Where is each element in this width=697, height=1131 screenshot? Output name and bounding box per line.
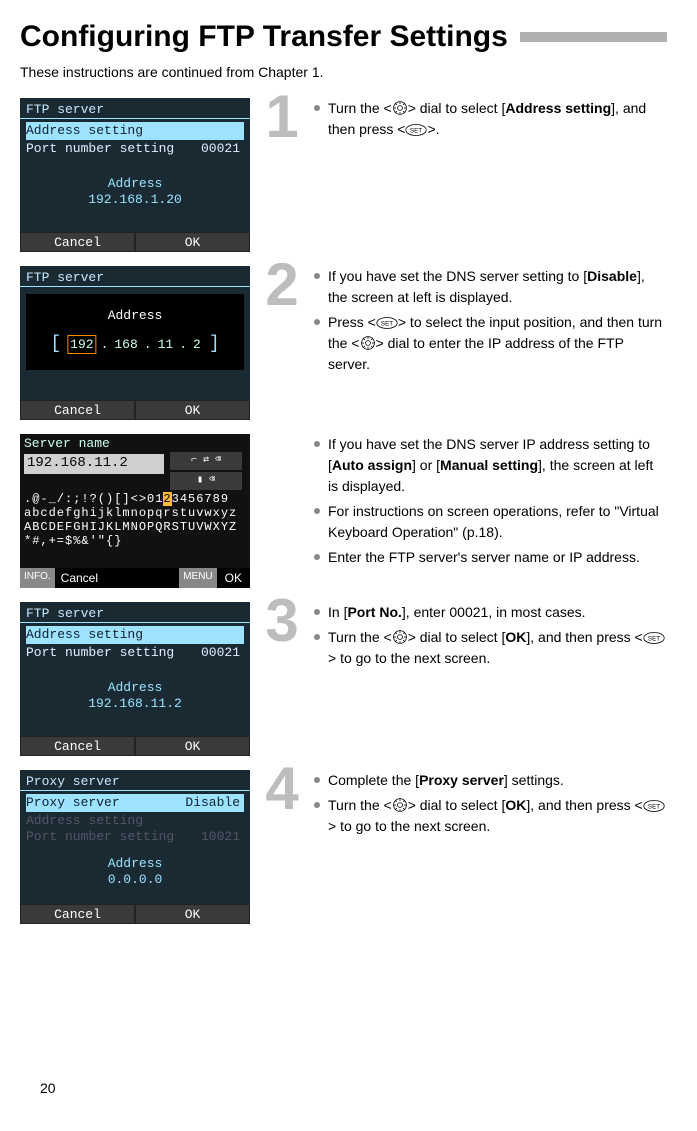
ss3-row-address-setting: Address setting — [26, 626, 244, 644]
dial-icon — [392, 629, 408, 645]
step2-bullet4: For instructions on screen operations, r… — [314, 501, 667, 543]
step-number-3: 3 — [260, 596, 304, 646]
set-icon — [643, 799, 665, 813]
screenshot-step2b: Server name 192.168.11.2 ⌐ ⇄ ⌫ ▮ ⌫ .@-_/… — [20, 434, 250, 588]
step2-bullet5: Enter the FTP server's server name or IP… — [314, 547, 667, 568]
ss3-cancel: Cancel — [20, 736, 135, 756]
step3-bullet1: In [Port No.], enter 00021, in most case… — [314, 602, 667, 623]
ss4-ok: OK — [135, 904, 250, 924]
step-number-2: 2 — [260, 260, 304, 310]
dial-icon — [392, 100, 408, 116]
ss3-ok: OK — [135, 736, 250, 756]
screenshot-step1: FTP server Address setting Port number s… — [20, 98, 250, 252]
step3-bullets: In [Port No.], enter 00021, in most case… — [314, 602, 667, 673]
step-number-4: 4 — [260, 764, 304, 814]
ss1-addr-value: 192.168.1.20 — [20, 192, 250, 207]
ss2b-title: Server name — [24, 436, 110, 451]
ss1-port-label: Port number setting — [26, 141, 174, 156]
page-title: Configuring FTP Transfer Settings — [20, 20, 508, 54]
step2a-bullets: If you have set the DNS server setting t… — [314, 266, 667, 379]
ss4-proxy-label: Proxy server — [26, 795, 120, 810]
ss1-row-address-setting: Address setting — [26, 122, 244, 140]
ss2a-ok: OK — [135, 400, 250, 420]
ss3-port-label: Port number setting — [26, 645, 174, 660]
ss4-proxy-value: Disable — [185, 794, 240, 812]
ss1-ok: OK — [135, 232, 250, 252]
ss1-cancel: Cancel — [20, 232, 135, 252]
screenshot-step2a: FTP server Address [ 192. 168. 11. 2 ] C… — [20, 266, 250, 420]
ss1-addr-label: Address — [20, 176, 250, 191]
set-icon — [643, 631, 665, 645]
ss4-addr-label: Address — [20, 856, 250, 871]
ss2a-cancel: Cancel — [20, 400, 135, 420]
ss1-title: FTP server — [26, 102, 104, 117]
ss4-cancel: Cancel — [20, 904, 135, 924]
ss2a-ip: [ 192. 168. 11. 2 ] — [48, 334, 221, 354]
step2-bullet2: Press <> to select the input position, a… — [314, 312, 667, 375]
set-icon — [405, 123, 427, 137]
page-number: 20 — [40, 1080, 56, 1096]
ss2b-field: 192.168.11.2 — [24, 454, 164, 474]
step4-bullet2: Turn the <> dial to select [OK], and the… — [314, 795, 667, 837]
ss2a-ip-1: 168 — [112, 337, 139, 352]
ss2a-addr-label: Address — [20, 308, 250, 323]
ss2b-toggle1: ⌐ ⇄ ⌫ — [170, 452, 242, 470]
step1-bullets: Turn the <> dial to select [Address sett… — [314, 98, 667, 144]
ss2a-ip-2: 11 — [156, 337, 176, 352]
ss3-row-port: Port number setting 00021 — [26, 644, 244, 662]
ss3-addr-label: Address — [20, 680, 250, 695]
ss3-title: FTP server — [26, 606, 104, 621]
ss4-addr-value: 0.0.0.0 — [20, 872, 250, 887]
dial-icon — [360, 335, 376, 351]
ss1-row-port: Port number setting 00021 — [26, 140, 244, 158]
ss4-port-label: Port number setting — [26, 829, 174, 844]
dial-icon — [392, 797, 408, 813]
step2-bullet1: If you have set the DNS server setting t… — [314, 266, 667, 308]
set-icon — [376, 316, 398, 330]
ss2b-keyboard: .@-_/:;!?()[]<>0123456789 abcdefghijklmn… — [24, 492, 246, 548]
ss3-addr-value: 192.168.11.2 — [20, 696, 250, 711]
screenshot-step4: Proxy server Proxy server Disable Addres… — [20, 770, 250, 924]
step2b-bullets: If you have set the DNS server IP addres… — [314, 434, 667, 572]
ss2a-title: FTP server — [26, 270, 104, 285]
screenshot-step3: FTP server Address setting Port number s… — [20, 602, 250, 756]
ss4-row-proxy: Proxy server Disable — [26, 794, 244, 812]
intro-text: These instructions are continued from Ch… — [20, 64, 667, 80]
ss2a-ip-3: 2 — [191, 337, 203, 352]
ss3-port-value: 00021 — [201, 644, 240, 662]
title-decoration — [520, 32, 667, 42]
step4-bullet1: Complete the [Proxy server] settings. — [314, 770, 667, 791]
step4-bullets: Complete the [Proxy server] settings. Tu… — [314, 770, 667, 841]
ss2b-toggle2: ▮ ⌫ — [170, 472, 242, 490]
ss4-port-value: 10021 — [201, 828, 240, 846]
ss2b-info: INFO. — [20, 568, 55, 588]
ss2b-ok: OK — [217, 568, 250, 588]
ss2a-ip-0: 192 — [67, 335, 96, 354]
step-number-1: 1 — [260, 92, 304, 142]
step1-bullet1: Turn the <> dial to select [Address sett… — [314, 98, 667, 140]
ss2b-menu: MENU — [179, 568, 216, 588]
ss4-title: Proxy server — [26, 774, 120, 789]
ss4-row-port: Port number setting 10021 — [26, 828, 244, 846]
step2-bullet3: If you have set the DNS server IP addres… — [314, 434, 667, 497]
ss1-port-value: 00021 — [201, 140, 240, 158]
step3-bullet2: Turn the <> dial to select [OK], and the… — [314, 627, 667, 669]
ss2b-cancel: Cancel — [55, 568, 180, 588]
